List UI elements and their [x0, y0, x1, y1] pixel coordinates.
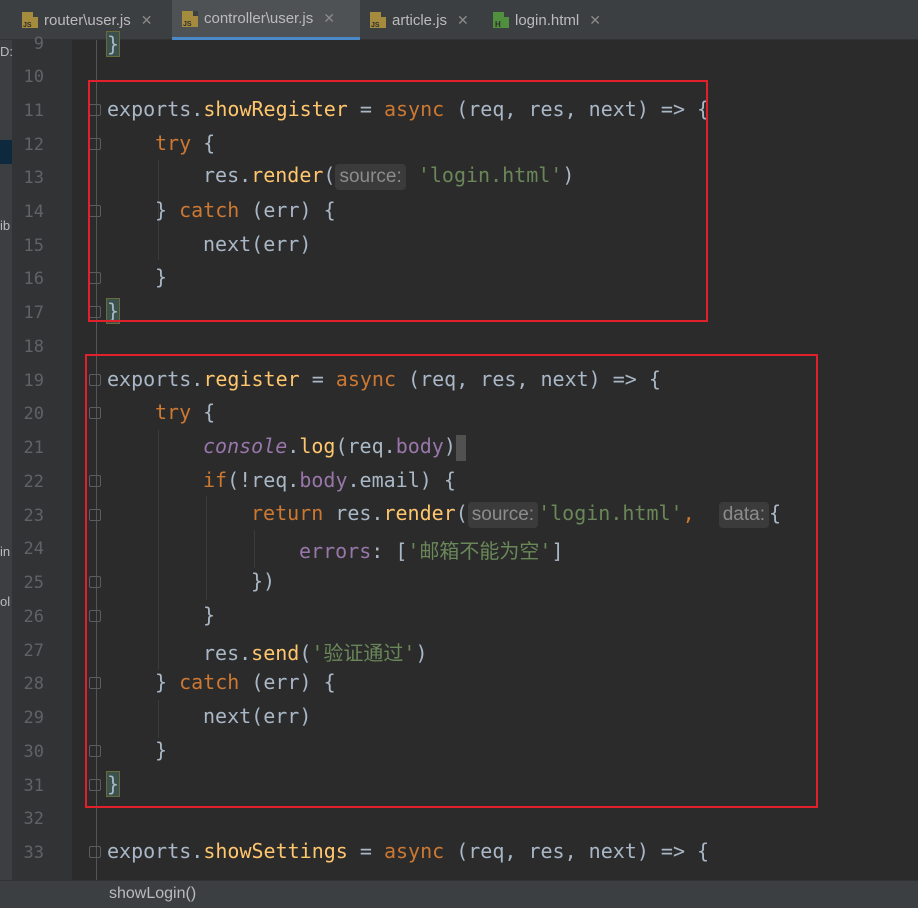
code-token: } — [105, 31, 121, 57]
line-number: 10 — [23, 67, 44, 87]
breadcrumb[interactable]: showLogin() — [109, 885, 196, 903]
highlight-box-show-register — [88, 80, 708, 322]
tab-login-html[interactable]: login.html ✕ — [493, 0, 601, 40]
line-number: 20 — [23, 404, 44, 424]
project-panel-fragment: D: — [0, 44, 12, 59]
code-token: exports — [107, 839, 192, 863]
js-file-icon — [370, 12, 386, 29]
close-icon[interactable]: ✕ — [457, 12, 469, 29]
code-token: async — [383, 839, 445, 863]
line-number: 15 — [23, 236, 44, 256]
code-line-9: } — [105, 31, 121, 57]
close-icon[interactable]: ✕ — [141, 12, 153, 29]
html-file-icon — [493, 12, 509, 29]
tab-label: article.js — [392, 11, 448, 29]
project-panel-selection — [0, 140, 12, 164]
line-number: 27 — [23, 641, 44, 661]
line-number: 31 — [23, 776, 44, 796]
breadcrumb-bar: showLogin() — [0, 880, 918, 908]
line-number: 12 — [23, 135, 44, 155]
project-panel-fragment: ol — [0, 594, 11, 609]
line-number: 33 — [23, 843, 44, 863]
line-number: 28 — [23, 674, 44, 694]
line-number: 11 — [23, 101, 44, 121]
line-number: 26 — [23, 607, 44, 627]
line-number: 17 — [23, 303, 44, 323]
line-number: 13 — [23, 168, 44, 188]
code-token: showSettings — [203, 839, 348, 863]
line-number: 23 — [23, 506, 44, 526]
line-number: 32 — [23, 809, 44, 829]
tab-controller-user-js[interactable]: controller\user.js ✕ — [172, 0, 360, 40]
fold-toggle-icon[interactable] — [89, 846, 101, 858]
line-number: 18 — [23, 337, 44, 357]
highlight-box-register — [85, 354, 818, 808]
project-panel-edge[interactable]: D: ib in ol — [0, 0, 12, 908]
code-token: = — [347, 839, 384, 863]
project-panel-fragment: in — [0, 544, 11, 559]
line-number: 25 — [23, 573, 44, 593]
line-number: 30 — [23, 742, 44, 762]
code-token: . — [191, 839, 204, 863]
tab-label: controller\user.js — [204, 10, 314, 27]
close-icon[interactable]: ✕ — [589, 12, 601, 29]
line-number: 22 — [23, 472, 44, 492]
code-line-33: exports.showSettings = async (req, res, … — [107, 839, 709, 863]
line-number: 24 — [23, 539, 44, 559]
line-number: 14 — [23, 202, 44, 222]
tab-label: login.html — [515, 11, 580, 29]
line-number: 21 — [23, 438, 44, 458]
js-file-icon — [22, 12, 38, 29]
line-number: 29 — [23, 708, 44, 728]
project-panel-fragment: ib — [0, 218, 11, 233]
tab-article-js[interactable]: article.js ✕ — [370, 0, 469, 40]
js-file-icon — [182, 10, 198, 28]
line-number: 19 — [23, 371, 44, 391]
line-number: 9 — [33, 34, 44, 54]
tab-label: router\user.js — [44, 11, 131, 29]
editor-tab-bar: router\user.js ✕ controller\user.js ✕ ar… — [0, 0, 918, 40]
close-icon[interactable]: ✕ — [323, 10, 335, 27]
line-number: 16 — [23, 269, 44, 289]
code-token: (req, res, next) => { — [444, 839, 710, 863]
